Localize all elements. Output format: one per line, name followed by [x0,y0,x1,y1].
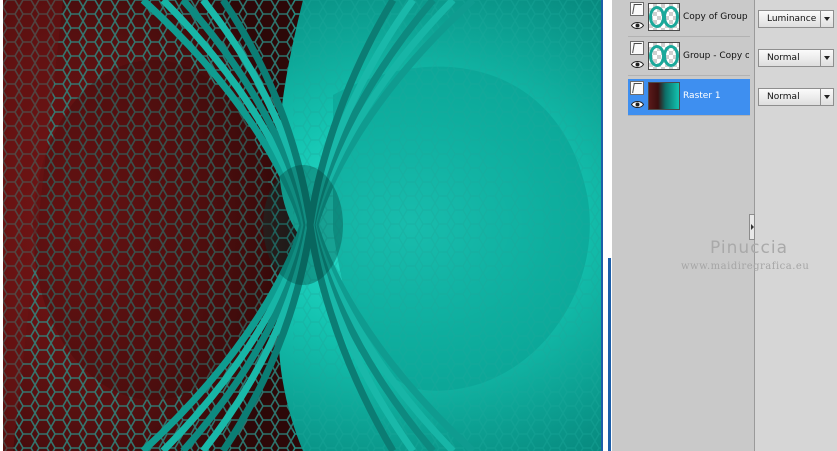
eye-icon[interactable] [631,21,644,30]
layer-name[interactable]: Copy of Group [683,12,749,22]
chevron-down-icon[interactable] [820,11,833,27]
artwork-preview[interactable] [3,0,603,451]
blend-mode-value: Luminance [767,14,817,24]
layer-lock-icon[interactable] [630,2,644,16]
panel-splitter-handle[interactable] [749,214,755,240]
layer-name[interactable]: Raster 1 [683,91,749,101]
layers-panel: Copy of Group Group - Copy o Raster 1 Lu… [612,0,837,451]
eye-icon[interactable] [631,60,644,69]
layer-row-icons [630,81,646,115]
blend-mode-dropdown[interactable]: Normal [758,49,834,67]
layer-row-icons [630,41,646,75]
layer-name[interactable]: Group - Copy o [683,51,749,61]
eye-icon[interactable] [631,100,644,109]
blend-mode-dropdown[interactable]: Normal [758,88,834,106]
canvas-edge-line [608,258,611,451]
blend-mode-dropdown[interactable]: Luminance [758,10,834,28]
layer-row-group-copy[interactable]: Group - Copy o [628,39,750,76]
chevron-down-icon[interactable] [820,89,833,105]
layer-row-icons [630,2,646,36]
layer-thumbnail[interactable] [648,82,680,110]
blend-mode-value: Normal [767,53,800,63]
layer-row-raster-1[interactable]: Raster 1 [628,79,750,116]
image-canvas[interactable] [0,0,604,451]
layer-thumbnail[interactable] [648,3,680,31]
layer-lock-icon[interactable] [630,81,644,95]
watermark-name: Pinuccia [710,238,788,258]
layer-lock-icon[interactable] [630,41,644,55]
layer-thumbnail[interactable] [648,42,680,70]
blend-mode-value: Normal [767,92,800,102]
artwork-image [3,0,601,451]
layer-properties-column [755,0,837,451]
watermark-url: www.maidiregrafica.eu [681,261,810,272]
layer-row-copy-of-group[interactable]: Copy of Group [628,0,750,37]
chevron-down-icon[interactable] [820,50,833,66]
